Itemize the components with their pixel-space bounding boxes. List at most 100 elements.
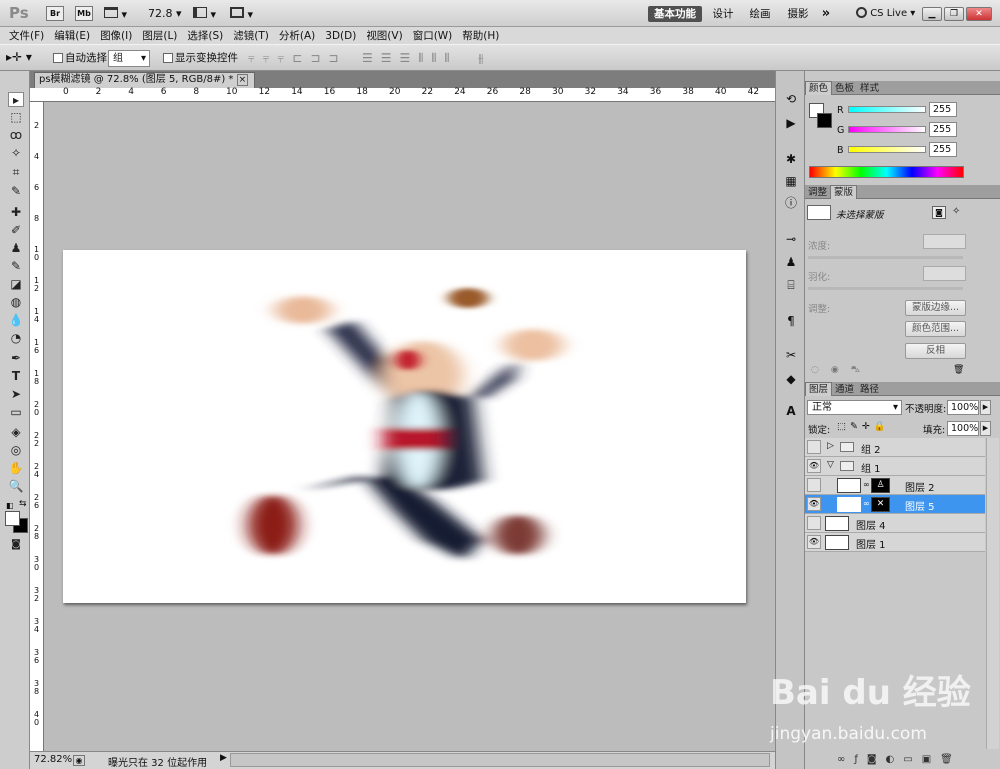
eye-icon[interactable]: 👁	[807, 535, 821, 549]
character-icon[interactable]: A	[782, 403, 800, 419]
green-value[interactable]: 255	[929, 122, 957, 137]
default-colors-icon[interactable]: ◧	[6, 501, 14, 510]
bridge-button[interactable]: Br	[46, 6, 64, 21]
layer-row-group-2[interactable]: ▷ 组 2	[805, 438, 985, 457]
layers-scrollbar[interactable]	[986, 438, 999, 749]
vector-mask-button[interactable]: ✧	[952, 206, 960, 217]
menu-window[interactable]: 窗口(W)	[408, 27, 458, 44]
auto-select-checkbox[interactable]	[53, 53, 63, 63]
layer-mask-thumbnail[interactable]: ✕	[871, 497, 890, 512]
brush-presets-icon[interactable]: ⊸	[782, 231, 800, 247]
tool-preset-picker[interactable]: ▸✛ ▾	[6, 50, 42, 66]
arrange-documents-dropdown[interactable]: ▾	[193, 7, 216, 21]
eraser-tool-icon[interactable]: ◪	[8, 277, 24, 292]
zoom-readout[interactable]: 72.82%	[34, 754, 72, 765]
density-slider[interactable]	[808, 256, 963, 259]
status-icon[interactable]: ◉	[73, 755, 85, 766]
menu-filter[interactable]: 滤镜(T)	[228, 27, 274, 44]
layer-row-layer-2[interactable]: ∞ ♙ 图层 2	[805, 476, 985, 495]
healing-brush-tool-icon[interactable]: ✚	[8, 205, 24, 220]
green-slider[interactable]	[848, 126, 926, 133]
3d-orbit-tool-icon[interactable]: ◎	[8, 443, 24, 458]
zoom-level-dropdown[interactable]: 72.8 ▾	[148, 7, 182, 20]
more-workspaces-button[interactable]: »	[817, 6, 835, 22]
lock-buttons[interactable]: ⬚✎✛🔒	[837, 421, 890, 432]
opacity-arrow-button[interactable]: ▶	[980, 400, 991, 415]
menu-3d[interactable]: 3D(D)	[320, 29, 361, 43]
layers-footer-buttons[interactable]: ∞ƒ◙◐▭▣🗑	[837, 754, 962, 765]
expand-arrow-icon[interactable]: ▷	[827, 441, 834, 451]
lasso-tool-icon[interactable]: ꝏ	[8, 128, 24, 143]
view-extras-dropdown[interactable]: ▾	[104, 7, 130, 21]
minimize-button[interactable]: ▁	[922, 7, 942, 21]
show-transform-checkbox[interactable]	[163, 53, 173, 63]
move-tool-icon[interactable]: ▸	[8, 92, 24, 107]
color-spectrum-bar[interactable]	[809, 166, 964, 178]
histogram-icon[interactable]: ▦	[782, 173, 800, 189]
invert-button[interactable]: 反相	[905, 343, 966, 359]
tab-styles[interactable]: 样式	[857, 82, 882, 96]
workspace-photography[interactable]: 摄影	[783, 6, 813, 22]
tab-masks[interactable]: 蒙版	[830, 185, 858, 199]
menu-analysis[interactable]: 分析(A)	[274, 27, 320, 44]
eyedropper-tool-icon[interactable]: ✎	[8, 184, 24, 199]
tool-presets-icon[interactable]: ⌸	[782, 277, 800, 293]
menu-select[interactable]: 选择(S)	[182, 27, 228, 44]
collapse-arrow-icon[interactable]: ▽	[827, 460, 834, 470]
paragraph-icon[interactable]: ¶	[782, 313, 800, 329]
paint-bucket-tool-icon[interactable]: ◍	[8, 295, 24, 310]
menu-file[interactable]: 文件(F)	[4, 27, 49, 44]
auto-align-button[interactable]: ⫵	[478, 51, 484, 66]
tab-channels[interactable]: 通道	[832, 383, 857, 397]
crop-tool-icon[interactable]: ⌗	[8, 165, 24, 180]
fill-arrow-button[interactable]: ▶	[980, 421, 991, 436]
screen-mode-dropdown[interactable]: ▾	[230, 7, 253, 21]
clone-stamp-tool-icon[interactable]: ♟	[8, 241, 24, 256]
history-icon[interactable]: ⟲	[782, 91, 800, 107]
red-value[interactable]: 255	[929, 102, 957, 117]
layer-row-layer-4[interactable]: 图层 4	[805, 514, 985, 533]
dodge-tool-icon[interactable]: ◔	[8, 331, 24, 346]
link-icon[interactable]: ∞	[863, 480, 870, 489]
red-slider[interactable]	[848, 106, 926, 113]
tab-color[interactable]: 颜色	[805, 81, 833, 95]
restore-button[interactable]: ❐	[944, 7, 964, 21]
mini-bridge-button[interactable]: Mb	[75, 6, 93, 21]
document-tab[interactable]: ps模糊滤镜 @ 72.8% (图层 5, RGB/8#) * ×	[34, 72, 256, 88]
clone-source-icon[interactable]: ♟	[782, 254, 800, 270]
eye-icon[interactable]: 👁	[807, 459, 821, 473]
visibility-toggle[interactable]	[807, 440, 821, 454]
quick-mask-icon[interactable]: ◙	[8, 537, 24, 552]
navigator-icon[interactable]: ✱	[782, 151, 800, 167]
swap-colors-icon[interactable]: ⇆	[19, 499, 27, 509]
menu-view[interactable]: 视图(V)	[361, 27, 407, 44]
status-menu-arrow[interactable]: ▶	[220, 753, 227, 763]
layer-row-layer-1[interactable]: 👁 图层 1	[805, 533, 985, 552]
foreground-color-swatch[interactable]	[5, 511, 20, 526]
auto-select-target-select[interactable]: 组 ▾	[108, 50, 150, 67]
quick-select-tool-icon[interactable]: ✧	[8, 146, 24, 161]
path-selection-tool-icon[interactable]: ➤	[8, 387, 24, 402]
info-icon[interactable]: ⓘ	[782, 195, 800, 211]
hand-tool-icon[interactable]: ✋	[8, 461, 24, 476]
3d-panel-icon[interactable]: ◆	[782, 371, 800, 387]
pen-tool-icon[interactable]: ✒	[8, 351, 24, 366]
menu-edit[interactable]: 编辑(E)	[49, 27, 95, 44]
eye-icon[interactable]: 👁	[807, 497, 821, 511]
document-canvas[interactable]	[63, 250, 746, 603]
distribute-buttons[interactable]: ☰☰☰⫴⫴⫴	[362, 51, 457, 66]
tab-paths[interactable]: 路径	[857, 383, 882, 397]
tab-layers[interactable]: 图层	[805, 382, 833, 396]
workspace-design[interactable]: 设计	[708, 6, 738, 22]
actions-icon[interactable]: ▶	[782, 115, 800, 131]
feather-slider[interactable]	[808, 287, 963, 290]
brush-tool-icon[interactable]: ✐	[8, 223, 24, 238]
layer-row-group-1[interactable]: 👁 ▽ 组 1	[805, 457, 985, 476]
history-brush-tool-icon[interactable]: ✎	[8, 259, 24, 274]
align-buttons[interactable]: ⫧⫧⫧⊏⊐⊐	[248, 51, 346, 66]
workspace-essentials[interactable]: 基本功能	[648, 6, 702, 22]
close-window-button[interactable]: ✕	[966, 7, 992, 21]
layer-mask-thumbnail[interactable]: ♙	[871, 478, 890, 493]
3d-rotate-tool-icon[interactable]: ◈	[8, 425, 24, 440]
fill-input[interactable]: 100%	[947, 421, 979, 436]
